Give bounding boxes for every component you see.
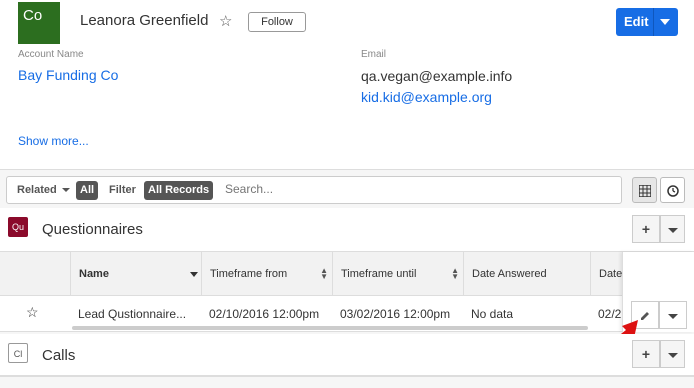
bottom-divider — [0, 376, 694, 388]
search-input[interactable] — [225, 182, 615, 196]
account-name-link[interactable]: Bay Funding Co — [18, 67, 118, 83]
sort-desc-icon — [190, 272, 198, 277]
show-more-link[interactable]: Show more... — [18, 134, 89, 148]
questionnaires-module-icon: Qu — [8, 217, 28, 237]
edit-dropdown-caret-icon[interactable] — [660, 19, 670, 25]
follow-button[interactable]: Follow — [248, 12, 306, 32]
row-timeframe-from: 02/10/2016 12:00pm — [209, 307, 320, 321]
caret-down-icon — [667, 352, 678, 358]
column-header-name[interactable]: Name — [70, 252, 202, 296]
filter-all-records-pill[interactable]: All Records — [144, 181, 214, 200]
sort-icon: ▲ ▼ — [320, 266, 328, 281]
grid-icon — [637, 184, 652, 198]
column-header-timeframe-until[interactable]: Timeframe until ▲ ▼ — [332, 252, 463, 296]
row-name-link[interactable]: Lead Qustionnaire... — [78, 307, 196, 321]
clock-icon — [666, 185, 679, 197]
column-timeframe-until-label: Timeframe until — [341, 268, 417, 280]
caret-down-icon — [668, 313, 678, 319]
filter-label: Filter — [109, 184, 136, 196]
plus-icon: + — [641, 221, 651, 237]
email-secondary[interactable]: kid.kid@example.org — [361, 89, 492, 105]
record-name: Leanora Greenfield — [80, 12, 209, 29]
questionnaires-actions-dropdown[interactable] — [660, 215, 685, 243]
column-date-answered-label: Date Answered — [472, 268, 547, 280]
account-name-label: Account Name — [18, 49, 84, 60]
calls-subpanel-header[interactable]: Cl Calls + — [0, 334, 694, 376]
row-favorite-star-icon[interactable]: ☆ — [26, 304, 39, 321]
pencil-icon — [641, 312, 649, 321]
email-label: Email — [361, 49, 387, 60]
row-actions-dropdown[interactable] — [659, 301, 687, 329]
favorite-star-icon[interactable]: ☆ — [219, 12, 232, 30]
record-header: Co Leanora Greenfield ☆ Follow Edit — [0, 0, 694, 44]
record-avatar: Co — [18, 2, 60, 44]
calls-actions-dropdown[interactable] — [660, 340, 685, 368]
column-name-label: Name — [79, 268, 109, 280]
questionnaires-table-header: Name Timeframe from ▲ ▼ Timeframe until ▲… — [0, 252, 694, 296]
edit-button-divider — [653, 8, 654, 36]
questionnaires-subpanel-header[interactable]: Qu Questionnaires + — [0, 208, 694, 252]
subpanel-filter-bar: Related All Filter All Records — [6, 176, 622, 204]
edit-button-label[interactable]: Edit — [624, 14, 649, 29]
column-timeframe-from-label: Timeframe from — [210, 268, 288, 280]
list-view-button[interactable] — [632, 177, 657, 203]
caret-down-icon — [667, 227, 678, 233]
activity-stream-button[interactable] — [660, 177, 685, 203]
horizontal-scrollbar[interactable] — [72, 326, 588, 330]
related-all-pill[interactable]: All — [76, 181, 99, 200]
column-header-timeframe-from[interactable]: Timeframe from ▲ ▼ — [201, 252, 332, 296]
record-details: Account Name Bay Funding Co Email qa.veg… — [0, 44, 694, 170]
column-date-label: Date — [599, 268, 623, 280]
sort-icon: ▲ ▼ — [451, 266, 459, 281]
questionnaires-create-button[interactable]: + — [632, 215, 660, 243]
calls-title[interactable]: Calls — [42, 347, 75, 364]
plus-icon: + — [641, 346, 651, 362]
related-label[interactable]: Related — [17, 184, 57, 196]
row-date-answered: No data — [471, 307, 514, 321]
email-primary[interactable]: qa.vegan@example.info — [361, 68, 512, 84]
row-timeframe-until: 03/02/2016 12:00pm — [340, 307, 451, 321]
calls-module-icon: Cl — [8, 343, 28, 363]
related-caret-icon[interactable] — [62, 188, 70, 192]
edit-button[interactable]: Edit — [616, 8, 678, 36]
column-header-date-answered[interactable]: Date Answered — [463, 252, 590, 296]
calls-create-button[interactable]: + — [632, 340, 660, 368]
questionnaires-title[interactable]: Questionnaires — [42, 221, 143, 238]
